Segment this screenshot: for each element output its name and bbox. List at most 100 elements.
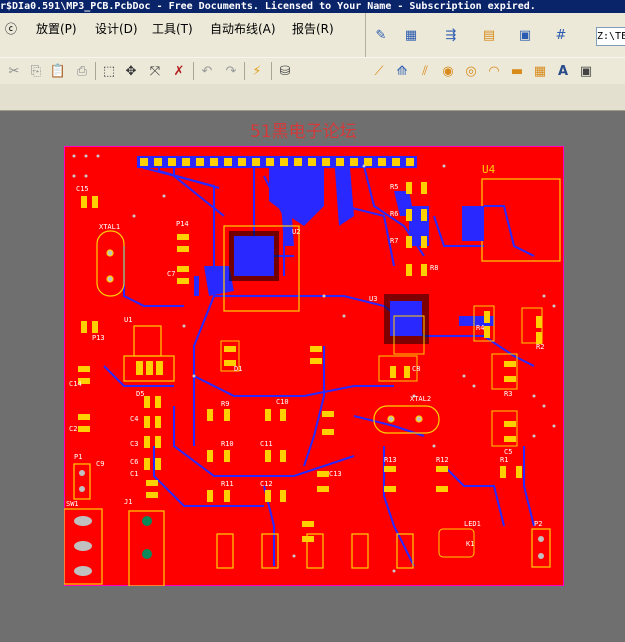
- pcb-board[interactable]: U4 U2 U3 U1 XTAL1 XTAL2 C15 P14 P13 C7 C…: [64, 146, 564, 586]
- header-pin: [294, 158, 302, 166]
- label-u2: U2: [292, 228, 300, 236]
- header-pin: [364, 158, 372, 166]
- label-r3: R3: [504, 390, 512, 398]
- distribute-icon[interactable]: ▤: [480, 26, 498, 44]
- top-right-toolbar: ✎ ▦ ⇶ ▤ ▣ # Z:\TE: [365, 13, 625, 57]
- label-c8: C8: [412, 365, 420, 373]
- layer-icon[interactable]: ▦: [402, 26, 420, 44]
- window-title: r$DIa0.591\MP3_PCB.PcbDoc - Free Documen…: [0, 0, 625, 13]
- watermark-text: 51黑电子论坛: [250, 122, 357, 142]
- label-r9: R9: [221, 400, 229, 408]
- filter-icon[interactable]: ⛁: [276, 62, 294, 80]
- label-r2: R2: [536, 343, 544, 351]
- menu-item-place[interactable]: 放置(P): [36, 20, 77, 37]
- component-icon[interactable]: ▣: [577, 62, 595, 80]
- select-area-icon[interactable]: ⬚: [100, 62, 118, 80]
- label-d5: D5: [136, 390, 144, 398]
- label-r10: R10: [221, 440, 234, 448]
- polygon-icon[interactable]: ▦: [531, 62, 549, 80]
- label-r1: R1: [500, 456, 508, 464]
- arc-icon[interactable]: ◠: [485, 62, 503, 80]
- jump-icon[interactable]: ⚡: [248, 62, 266, 80]
- pad-icon[interactable]: ◉: [439, 62, 457, 80]
- label-c3: C3: [130, 440, 138, 448]
- label-c14: C14: [69, 380, 82, 388]
- label-c15: C15: [76, 185, 89, 193]
- header-pin: [252, 158, 260, 166]
- string-icon[interactable]: A: [554, 62, 572, 80]
- move-icon[interactable]: ✥: [122, 62, 140, 80]
- label-p13: P13: [92, 334, 105, 342]
- brush-icon[interactable]: ✎: [372, 26, 390, 44]
- header-pin: [182, 158, 190, 166]
- label-r5: R5: [390, 183, 398, 191]
- menu-item-reports[interactable]: 报告(R): [292, 20, 334, 37]
- via-icon[interactable]: ◎: [462, 62, 480, 80]
- label-p2: P2: [534, 520, 542, 528]
- path-field[interactable]: Z:\TE: [596, 27, 625, 46]
- label-c9: C9: [96, 460, 104, 468]
- label-r13: R13: [384, 456, 397, 464]
- label-r4: R4: [476, 324, 484, 332]
- label-c2: C2: [69, 425, 77, 433]
- label-c4: C4: [130, 415, 138, 423]
- header-pin: [378, 158, 386, 166]
- label-r12: R12: [436, 456, 449, 464]
- menu-item-design[interactable]: 设计(D): [95, 20, 138, 37]
- label-p1: P1: [74, 453, 82, 461]
- label-r11: R11: [221, 480, 234, 488]
- label-xtal1: XTAL1: [99, 223, 120, 231]
- rubber-stamp-icon[interactable]: ⎙: [73, 62, 91, 80]
- header-pin: [280, 158, 288, 166]
- label-c11: C11: [260, 440, 273, 448]
- deselect-icon[interactable]: ✗: [170, 62, 188, 80]
- select-connected-icon[interactable]: ⤧: [146, 62, 164, 80]
- redo-icon[interactable]: ↷: [222, 62, 240, 80]
- label-c6: C6: [130, 458, 138, 466]
- label-r8: R8: [430, 264, 438, 272]
- header-pin: [238, 158, 246, 166]
- label-c1: C1: [130, 470, 138, 478]
- label-xtal2: XTAL2: [410, 395, 431, 403]
- label-j1: J1: [124, 498, 132, 506]
- header-pin: [336, 158, 344, 166]
- header-pin: [350, 158, 358, 166]
- cut-icon[interactable]: ✂: [5, 62, 23, 80]
- label-sw1: SW1: [66, 500, 79, 508]
- label-r7: R7: [390, 237, 398, 245]
- paste-icon[interactable]: 📋: [49, 62, 67, 80]
- header-pin: [266, 158, 274, 166]
- label-u3: U3: [369, 295, 377, 303]
- menu-item-tools[interactable]: 工具(T): [152, 20, 193, 37]
- chip-u3: [384, 294, 429, 344]
- label-c12: C12: [260, 480, 273, 488]
- copy-icon[interactable]: ⎘: [27, 62, 45, 80]
- menu-item-c[interactable]: ⓒ: [5, 20, 17, 37]
- route-diff-pair-icon[interactable]: ⟰: [393, 62, 411, 80]
- menu-spacer: [0, 43, 365, 57]
- route-multiple-icon[interactable]: ⫽: [416, 62, 434, 80]
- header-pin: [168, 158, 176, 166]
- header-pin: [322, 158, 330, 166]
- undo-icon[interactable]: ↶: [198, 62, 216, 80]
- header-pin: [140, 158, 148, 166]
- label-led1: LED1: [464, 520, 481, 528]
- route-interactive-icon[interactable]: ⟋: [370, 62, 388, 80]
- menu-item-autoroute[interactable]: 自动布线(A): [210, 20, 276, 37]
- header-pin: [196, 158, 204, 166]
- panel-bar: [0, 84, 625, 111]
- grid-icon[interactable]: #: [552, 26, 570, 44]
- label-r6: R6: [390, 210, 398, 218]
- header-pin: [210, 158, 218, 166]
- align-icon[interactable]: ⇶: [442, 26, 460, 44]
- label-p14: P14: [176, 220, 189, 228]
- label-u4: U4: [482, 163, 496, 176]
- label-c5: C5: [504, 448, 512, 456]
- label-c7: C7: [167, 270, 175, 278]
- room-icon[interactable]: ▣: [516, 26, 534, 44]
- header-pin: [224, 158, 232, 166]
- menu-bar: ⓒ 放置(P) 设计(D) 工具(T) 自动布线(A) 报告(R): [0, 13, 365, 44]
- fill-icon[interactable]: ▬: [508, 62, 526, 80]
- header-pin: [406, 158, 414, 166]
- label-c13: C13: [329, 470, 342, 478]
